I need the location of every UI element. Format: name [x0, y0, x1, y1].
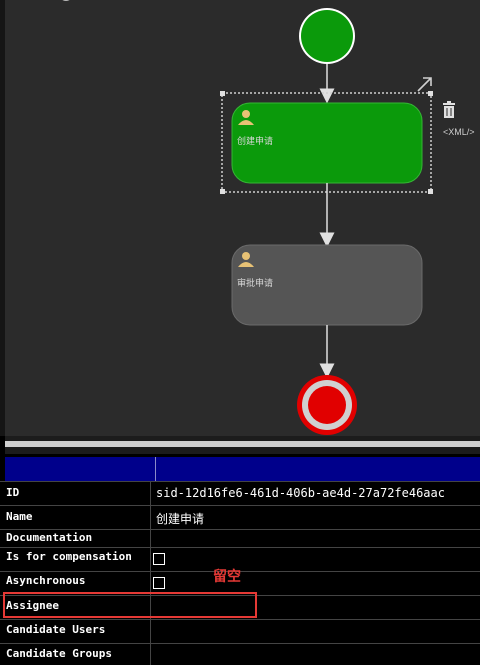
property-key: Candidate Users [6, 623, 106, 636]
splitter-handle[interactable] [5, 441, 480, 447]
resize-arrow-icon [417, 77, 432, 92]
property-id-value[interactable]: sid-12d16fe6-461d-406b-ae4d-27a72fe46aac [156, 486, 445, 500]
property-key: Name [6, 510, 33, 523]
property-name-value[interactable]: 创建申请 [156, 510, 204, 527]
compensation-checkbox[interactable] [153, 553, 165, 565]
asynchronous-checkbox[interactable] [153, 577, 165, 589]
property-key: Asynchronous [6, 574, 86, 587]
task-label-approve: 审批申请 [237, 279, 274, 289]
property-key: Candidate Groups [6, 647, 112, 660]
property-row-candidate-users[interactable]: Candidate Users [0, 619, 480, 644]
property-row-id[interactable]: ID sid-12d16fe6-461d-406b-ae4d-27a72fe46… [0, 481, 480, 506]
annotation-text: 留空 [213, 569, 241, 585]
property-key: Is for compensation [6, 550, 132, 563]
property-row-documentation[interactable]: Documentation [0, 529, 480, 548]
property-row-name[interactable]: Name 创建申请 [0, 505, 480, 530]
header-divider [155, 457, 156, 481]
diagram-svg [220, 8, 433, 435]
properties-header [5, 457, 480, 481]
property-key: ID [6, 486, 20, 499]
property-key: Documentation [6, 531, 93, 544]
annotation-highlight-box [3, 592, 257, 618]
xml-export-link[interactable]: <XML/> [443, 127, 475, 137]
end-event [308, 386, 346, 424]
trash-icon[interactable] [441, 101, 457, 119]
panel-splitter[interactable] [5, 436, 480, 454]
properties-panel: ID sid-12d16fe6-461d-406b-ae4d-27a72fe46… [0, 454, 480, 665]
start-event[interactable] [301, 10, 353, 62]
process-canvas[interactable]: 创建申请 审批申请 <XML/> [0, 0, 480, 436]
property-row-candidate-groups[interactable]: Candidate Groups [0, 643, 480, 665]
task-label-create: 创建申请 [237, 137, 274, 147]
